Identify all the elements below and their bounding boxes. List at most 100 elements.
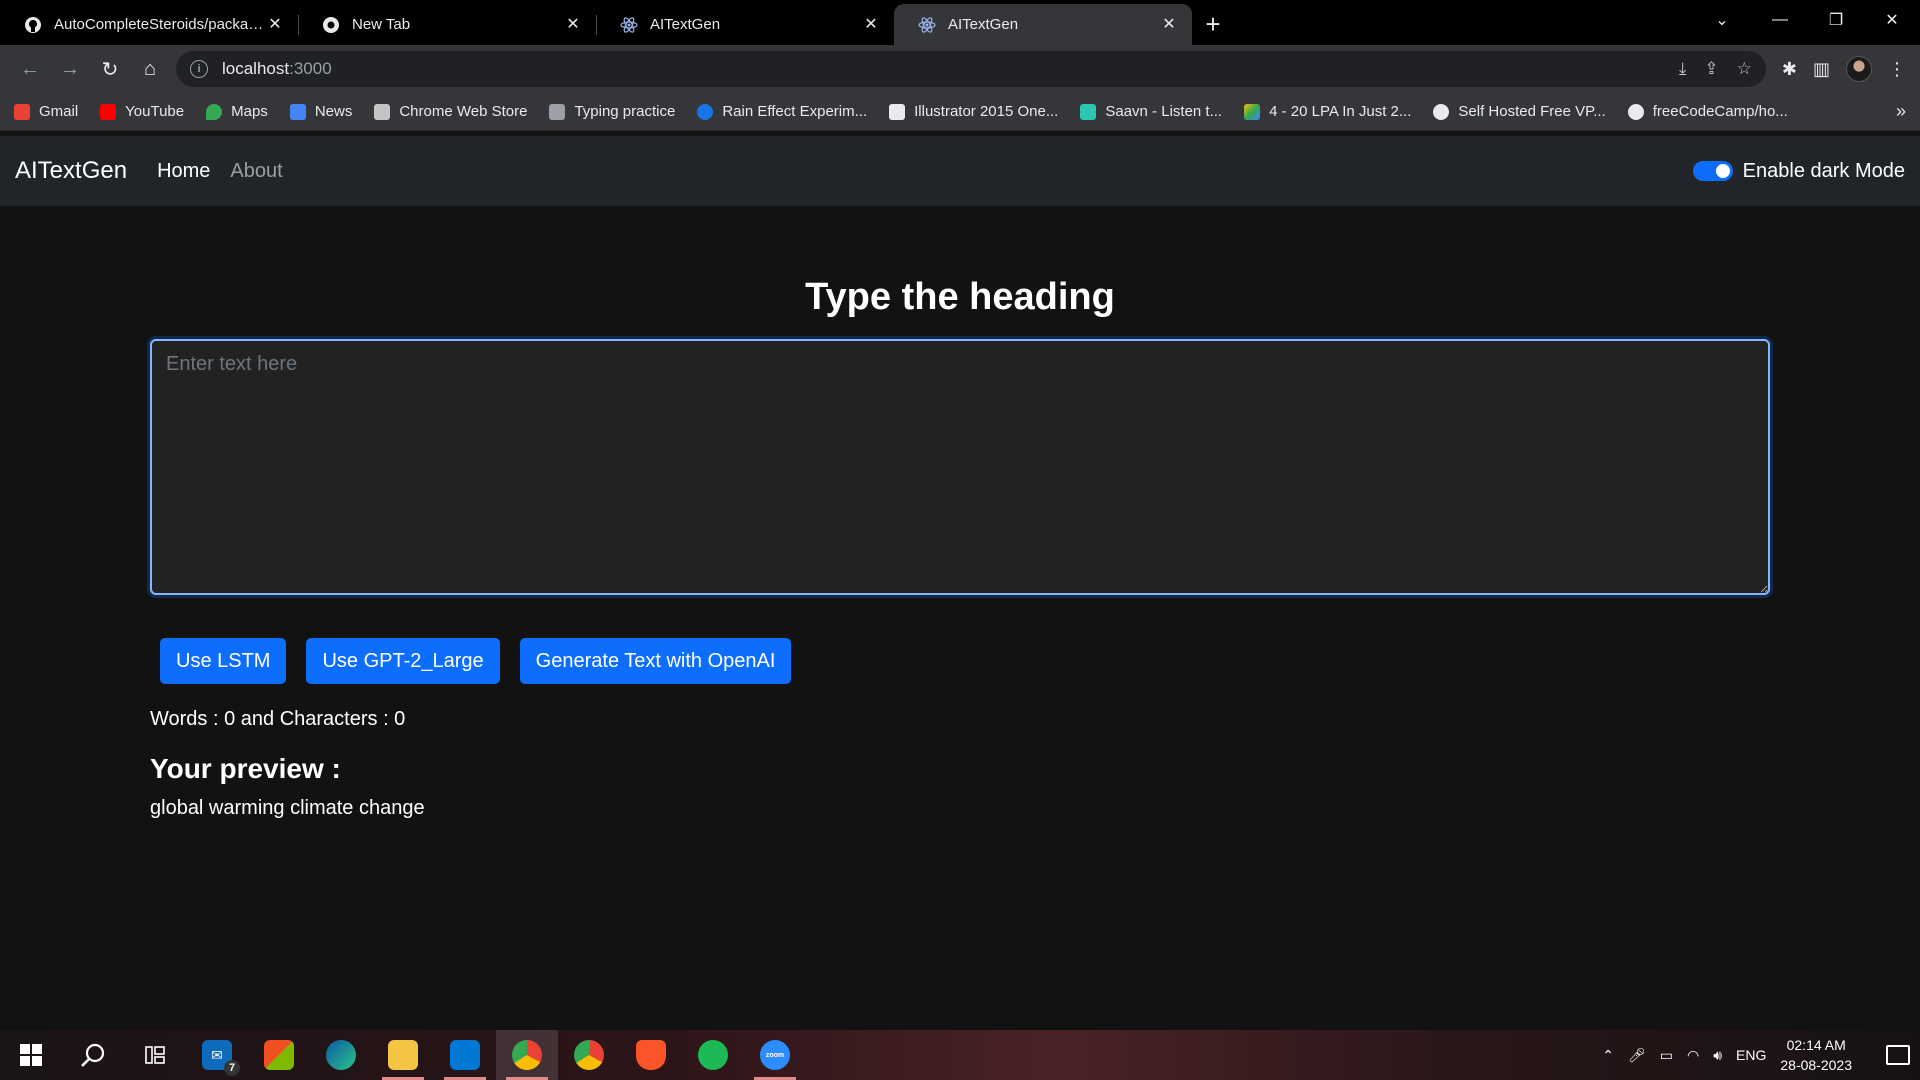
volume-icon[interactable]: 🔊︎	[1713, 1047, 1722, 1064]
building-icon	[889, 103, 906, 120]
side-panel-icon[interactable]: ▥	[1813, 59, 1830, 80]
forward-icon[interactable]: →	[50, 51, 90, 87]
toolbar-right: ✱ ▥ ⋮	[1782, 56, 1906, 82]
bookmarks-overflow-icon[interactable]: »	[1896, 101, 1906, 122]
web-store-icon	[374, 103, 391, 120]
text-input-area[interactable]	[150, 339, 1770, 595]
bookmark-news[interactable]: News	[289, 103, 352, 120]
windows-logo-icon	[20, 1044, 42, 1066]
github-icon	[24, 16, 42, 34]
battery-icon[interactable]: ▭	[1660, 1047, 1673, 1064]
home-icon[interactable]: ⌂	[130, 51, 170, 87]
taskbar-brave[interactable]	[620, 1030, 682, 1080]
bookmark-self-hosted-vpn[interactable]: Self Hosted Free VP...	[1433, 103, 1606, 120]
generate-openai-button[interactable]: Generate Text with OpenAI	[519, 638, 792, 684]
url-port: :3000	[289, 59, 332, 78]
chevron-up-icon[interactable]: ⌃	[1602, 1047, 1614, 1064]
tab-title: AutoCompleteSteroids/package.json	[54, 16, 266, 33]
zoom-icon: zoom	[760, 1040, 790, 1070]
bookmark-lpa[interactable]: 4 - 20 LPA In Just 2...	[1244, 103, 1411, 120]
use-gpt2-large-button[interactable]: Use GPT-2_Large	[306, 638, 500, 684]
microphone-icon[interactable]: 🎤︎	[1628, 1047, 1646, 1064]
tab-new-tab[interactable]: New Tab ✕	[298, 4, 596, 45]
action-buttons: Use LSTM Use GPT-2_Large Generate Text w…	[160, 638, 1770, 684]
share-icon[interactable]: ⇪	[1704, 59, 1718, 79]
restore-icon[interactable]: ❐	[1808, 0, 1864, 40]
mail-icon: ✉ 7	[202, 1040, 240, 1076]
task-view-button[interactable]	[124, 1030, 186, 1080]
react-icon	[918, 16, 936, 34]
nav-about[interactable]: About	[230, 160, 282, 183]
task-view-icon	[145, 1046, 165, 1064]
windows-taskbar: ✉ 7 zoom ⌃ 🎤︎ ▭ ◠ 🔊︎ ENG 02:14 AM 28-08-2…	[0, 1030, 1920, 1080]
new-tab-button[interactable]: +	[1192, 4, 1234, 45]
profile-avatar[interactable]	[1846, 56, 1872, 82]
clock[interactable]: 02:14 AM 28-08-2023	[1780, 1035, 1852, 1075]
tab-title: New Tab	[352, 16, 411, 33]
tab-github[interactable]: AutoCompleteSteroids/package.json ✕	[0, 4, 298, 45]
tab-aitextgen-active[interactable]: AITextGen ✕	[894, 4, 1192, 45]
globe-icon	[1433, 103, 1450, 120]
taskbar-chrome[interactable]	[496, 1030, 558, 1080]
taskbar-chrome-profile[interactable]	[558, 1030, 620, 1080]
browser-tab-strip: AutoCompleteSteroids/package.json ✕ New …	[0, 0, 1920, 45]
close-icon[interactable]: ✕	[266, 16, 284, 34]
bookmark-freecodecamp[interactable]: freeCodeCamp/ho...	[1627, 103, 1788, 120]
app-brand[interactable]: AITextGen	[15, 157, 127, 185]
app-navbar: AITextGen Home About Enable dark Mode	[0, 136, 1920, 206]
main-content: Type the heading Use LSTM Use GPT-2_Larg…	[150, 206, 1770, 820]
tab-title: AITextGen	[948, 16, 1019, 33]
clock-time: 02:14 AM	[1786, 1037, 1846, 1053]
dark-mode-toggle[interactable]	[1692, 161, 1733, 181]
bookmark-star-icon[interactable]: ☆	[1737, 59, 1752, 79]
tab-aitextgen[interactable]: AITextGen ✕	[596, 4, 894, 45]
bookmark-saavn[interactable]: Saavn - Listen t...	[1080, 103, 1222, 120]
menu-kebab-icon[interactable]: ⋮	[1888, 59, 1906, 80]
bookmark-gmail[interactable]: Gmail	[14, 103, 78, 120]
use-lstm-button[interactable]: Use LSTM	[160, 638, 287, 684]
bookmark-maps[interactable]: Maps	[206, 103, 268, 120]
chrome-icon	[322, 16, 340, 34]
bookmark-illustrator[interactable]: Illustrator 2015 One...	[889, 103, 1058, 120]
taskbar-store[interactable]	[248, 1030, 310, 1080]
minimize-icon[interactable]: —	[1752, 0, 1808, 40]
wifi-icon[interactable]: ◠	[1687, 1047, 1699, 1064]
close-window-icon[interactable]: ✕	[1864, 0, 1920, 40]
bookmark-rain-effect[interactable]: Rain Effect Experim...	[697, 103, 867, 120]
saavn-icon	[1080, 103, 1097, 120]
nav-home[interactable]: Home	[157, 160, 210, 183]
bookmark-chrome-web-store[interactable]: Chrome Web Store	[374, 103, 527, 120]
taskbar-mail[interactable]: ✉ 7	[186, 1030, 248, 1080]
taskbar-spotify[interactable]	[682, 1030, 744, 1080]
preview-title: Your preview :	[150, 753, 341, 784]
taskbar-zoom[interactable]: zoom	[744, 1030, 806, 1080]
language-indicator[interactable]: ENG	[1736, 1047, 1766, 1063]
reload-icon[interactable]: ↻	[90, 51, 130, 87]
taskbar-edge[interactable]	[310, 1030, 372, 1080]
page-heading: Type the heading	[805, 276, 1115, 318]
tab-search-icon[interactable]: ⌄	[1692, 0, 1752, 40]
bookmark-youtube[interactable]: YouTube	[100, 103, 184, 120]
close-icon[interactable]: ✕	[862, 16, 880, 34]
back-icon[interactable]: ←	[10, 51, 50, 87]
taskbar-vscode[interactable]	[434, 1030, 496, 1080]
system-tray: ⌃ 🎤︎ ▭ ◠ 🔊︎ ENG 02:14 AM 28-08-2023	[1602, 1035, 1920, 1075]
search-button[interactable]	[62, 1030, 124, 1080]
close-icon[interactable]: ✕	[1160, 16, 1178, 34]
address-bar[interactable]: i localhost:3000 ⤓ ⇪ ☆	[176, 51, 1766, 87]
bookmarks-bar: Gmail YouTube Maps News Chrome Web Store…	[0, 93, 1920, 131]
store-icon	[264, 1040, 294, 1070]
preview-text: global warming climate change	[150, 797, 425, 819]
extensions-icon[interactable]: ✱	[1782, 59, 1797, 80]
bookmark-typing-practice[interactable]: Typing practice	[549, 103, 675, 120]
word-char-count: Words : 0 and Characters : 0	[150, 708, 406, 730]
install-icon[interactable]: ⤓	[1679, 59, 1687, 79]
notification-center-icon[interactable]	[1886, 1045, 1910, 1065]
start-button[interactable]	[0, 1030, 62, 1080]
site-info-icon[interactable]: i	[190, 60, 208, 78]
search-icon	[81, 1043, 105, 1067]
omnibox-actions: ⤓ ⇪ ☆	[1679, 59, 1752, 79]
taskbar-file-explorer[interactable]	[372, 1030, 434, 1080]
close-icon[interactable]: ✕	[564, 16, 582, 34]
edge-icon	[326, 1040, 356, 1070]
